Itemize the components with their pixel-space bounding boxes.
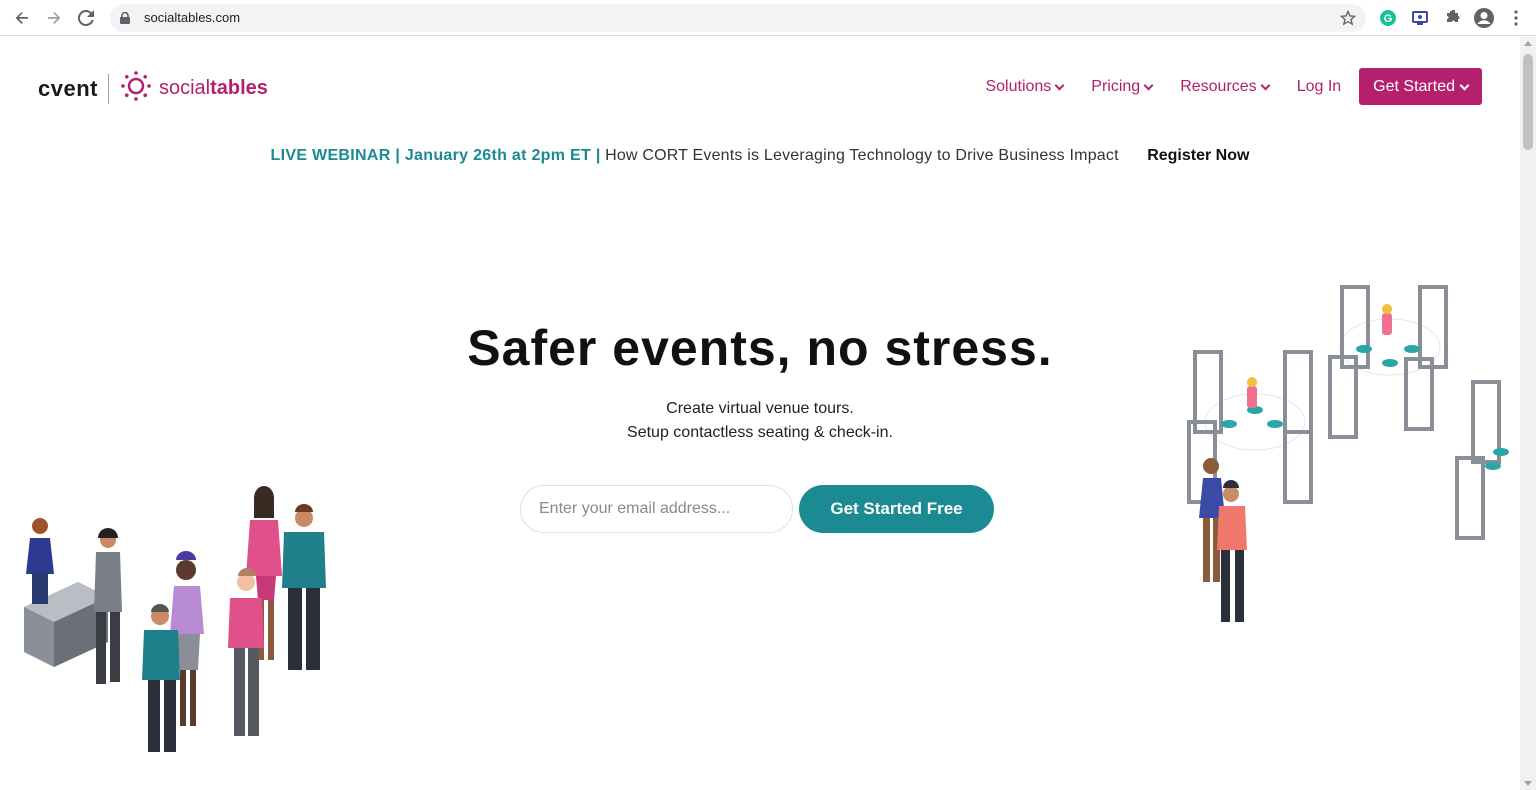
get-started-free-button[interactable]: Get Started Free [799, 485, 994, 533]
nav-pricing[interactable]: Pricing [1091, 77, 1154, 96]
grammarly-icon[interactable]: G [1372, 4, 1404, 32]
svg-text:G: G [1384, 13, 1393, 25]
reload-icon[interactable] [70, 4, 102, 32]
screen-extension-icon[interactable] [1404, 4, 1436, 32]
login-label: Log In [1296, 77, 1342, 95]
page-content: cvent socialtables Solutions Pricing Res… [0, 37, 1520, 790]
get-started-label: Get Started [1373, 77, 1455, 95]
scroll-up-icon[interactable] [1524, 41, 1532, 46]
webinar-description: How CORT Events is Leveraging Technology… [605, 147, 1119, 164]
logo-divider [107, 73, 109, 104]
extensions-puzzle-icon[interactable] [1436, 4, 1468, 32]
webinar-highlight: LIVE WEBINAR | January 26th at 2pm ET | [270, 147, 601, 164]
forward-icon[interactable] [38, 4, 70, 32]
nav-resources-label: Resources [1180, 77, 1257, 95]
main-nav: Solutions Pricing Resources Log In Get S… [957, 68, 1482, 105]
address-bar[interactable]: socialtables.com [110, 3, 1366, 32]
url-text: socialtables.com [144, 10, 241, 25]
bookmark-star-icon[interactable] [1340, 9, 1356, 26]
profile-avatar-icon[interactable] [1468, 4, 1500, 32]
nav-resources[interactable]: Resources [1180, 77, 1271, 96]
email-input[interactable] [520, 485, 793, 533]
lock-icon [120, 11, 134, 25]
scrollbar-thumb[interactable] [1523, 54, 1533, 150]
menu-kebab-icon[interactable] [1500, 4, 1532, 32]
vertical-scrollbar[interactable] [1520, 37, 1536, 790]
event-tables-illustration [1187, 285, 1509, 622]
back-icon[interactable] [6, 4, 38, 32]
site-logo[interactable]: cvent socialtables [38, 69, 268, 108]
chevron-down-icon [1459, 80, 1470, 90]
people-checkin-illustration [24, 486, 326, 752]
register-now-link[interactable]: Register Now [1147, 147, 1249, 164]
chevron-down-icon [1260, 80, 1271, 90]
nav-solutions-label: Solutions [985, 77, 1052, 95]
socialtables-wordmark: socialtables [158, 77, 268, 99]
chevron-down-icon [1054, 80, 1065, 90]
socialtables-sun-icon [119, 69, 153, 108]
nav-pricing-label: Pricing [1091, 77, 1141, 95]
chevron-down-icon [1143, 80, 1154, 90]
scroll-down-icon[interactable] [1524, 781, 1532, 786]
get-started-button[interactable]: Get Started [1359, 68, 1482, 105]
cvent-logo: cvent [38, 75, 98, 101]
webinar-banner: LIVE WEBINAR | January 26th at 2pm ET | … [0, 147, 1520, 165]
login-link[interactable]: Log In [1297, 78, 1341, 96]
nav-solutions[interactable]: Solutions [985, 77, 1065, 96]
browser-toolbar: socialtables.com G [0, 0, 1536, 36]
